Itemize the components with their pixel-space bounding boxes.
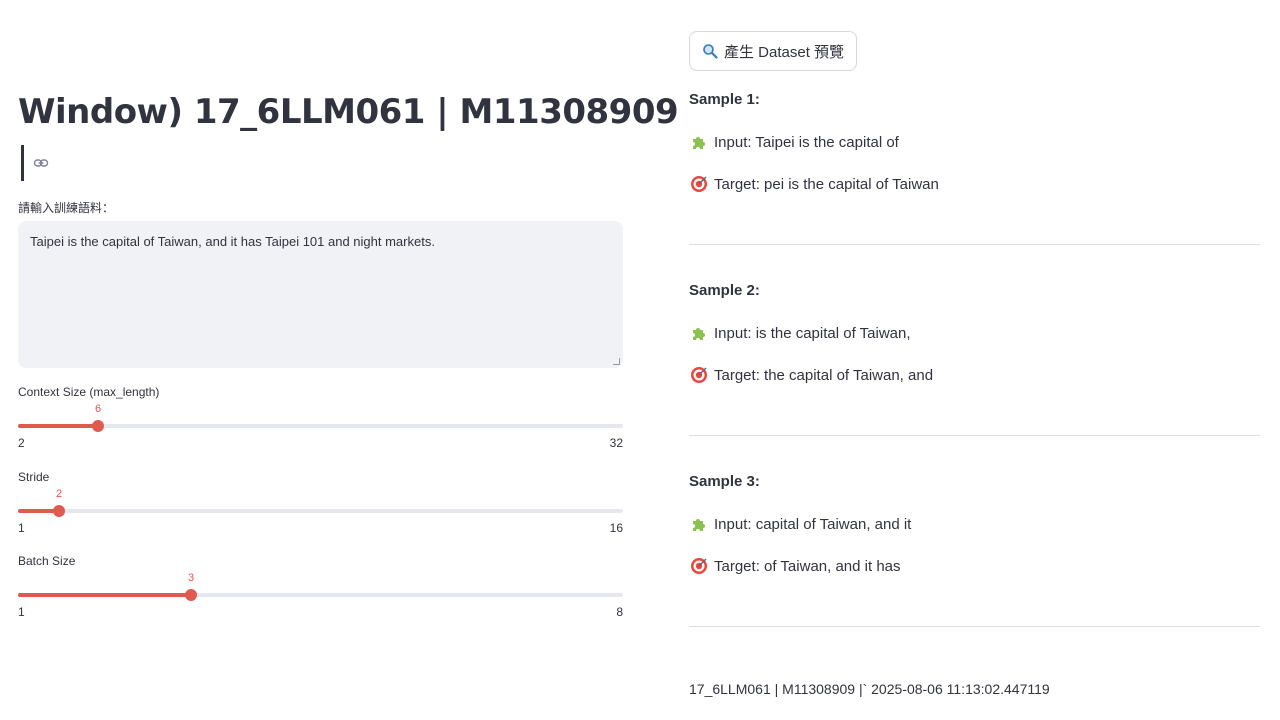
sample-target-line: Target: of Taiwan, and it has [690, 557, 901, 575]
sample-input-text: Input: is the capital of Taiwan, [714, 324, 911, 342]
resize-grip[interactable] [613, 358, 620, 365]
title-cursor [21, 145, 24, 181]
slider-min: 1 [18, 605, 25, 619]
divider [689, 244, 1260, 245]
puzzle-icon [690, 133, 708, 151]
training-text-label: 請輸入訓練語料： [18, 201, 115, 215]
sample-input-text: Input: Taipei is the capital of [714, 133, 899, 151]
sample-target-line: Target: pei is the capital of Taiwan [690, 175, 939, 193]
stride-label: Stride [18, 470, 50, 484]
batch-size-label: Batch Size [18, 554, 76, 568]
puzzle-icon [690, 324, 708, 342]
slider-thumb[interactable] [53, 505, 65, 517]
sample-target-text: Target: of Taiwan, and it has [714, 557, 901, 575]
target-icon [690, 557, 708, 575]
sample-title: Sample 2: [689, 282, 760, 299]
slider-thumb[interactable] [185, 589, 197, 601]
generate-preview-label: 產生 Dataset 預覽 [724, 43, 845, 61]
slider-value: 2 [55, 488, 63, 500]
sample-title: Sample 1: [689, 91, 760, 108]
sample-input-line: Input: is the capital of Taiwan, [690, 324, 911, 342]
stride-slider[interactable]: 2 1 16 [18, 488, 623, 545]
context-size-label: Context Size (max_length) [18, 385, 160, 399]
slider-track [18, 509, 623, 513]
slider-thumb[interactable] [92, 420, 104, 432]
batch-size-slider[interactable]: 3 1 8 [18, 572, 623, 629]
sample-title: Sample 3: [689, 473, 760, 490]
training-text-value: Taipei is the capital of Taiwan, and it … [30, 234, 435, 249]
target-icon [690, 175, 708, 193]
sample-target-text: Target: the capital of Taiwan, and [714, 366, 934, 384]
slider-fill [18, 424, 98, 428]
magnifier-icon [702, 43, 718, 59]
slider-max: 16 [609, 521, 623, 535]
sample-input-line: Input: Taipei is the capital of [690, 133, 899, 151]
slider-value: 6 [94, 403, 102, 415]
sample-target-line: Target: the capital of Taiwan, and [690, 366, 933, 384]
slider-min: 2 [18, 436, 25, 450]
sample-target-text: Target: pei is the capital of Taiwan [714, 175, 939, 193]
slider-max: 8 [616, 605, 623, 619]
target-icon [690, 366, 708, 384]
sample-input-text: Input: capital of Taiwan, and it [714, 515, 912, 533]
slider-min: 1 [18, 521, 25, 535]
link-icon[interactable] [33, 155, 49, 171]
divider [689, 435, 1260, 436]
slider-fill [18, 593, 191, 597]
slider-track [18, 424, 623, 428]
divider [689, 626, 1260, 627]
slider-max: 32 [609, 436, 623, 450]
training-text-input[interactable]: Taipei is the capital of Taiwan, and it … [18, 221, 623, 368]
footer-text: 17_6LLM061 | M11308909 |` 2025-08-06 11:… [689, 681, 1050, 697]
context-size-slider[interactable]: 6 2 32 [18, 403, 623, 460]
generate-preview-button[interactable]: 產生 Dataset 預覽 [689, 31, 858, 71]
slider-value: 3 [187, 572, 195, 584]
sample-input-line: Input: capital of Taiwan, and it [690, 515, 911, 533]
puzzle-icon [690, 515, 708, 533]
page-title: Window) 17_6LLM061 | M11308909 [18, 92, 679, 132]
